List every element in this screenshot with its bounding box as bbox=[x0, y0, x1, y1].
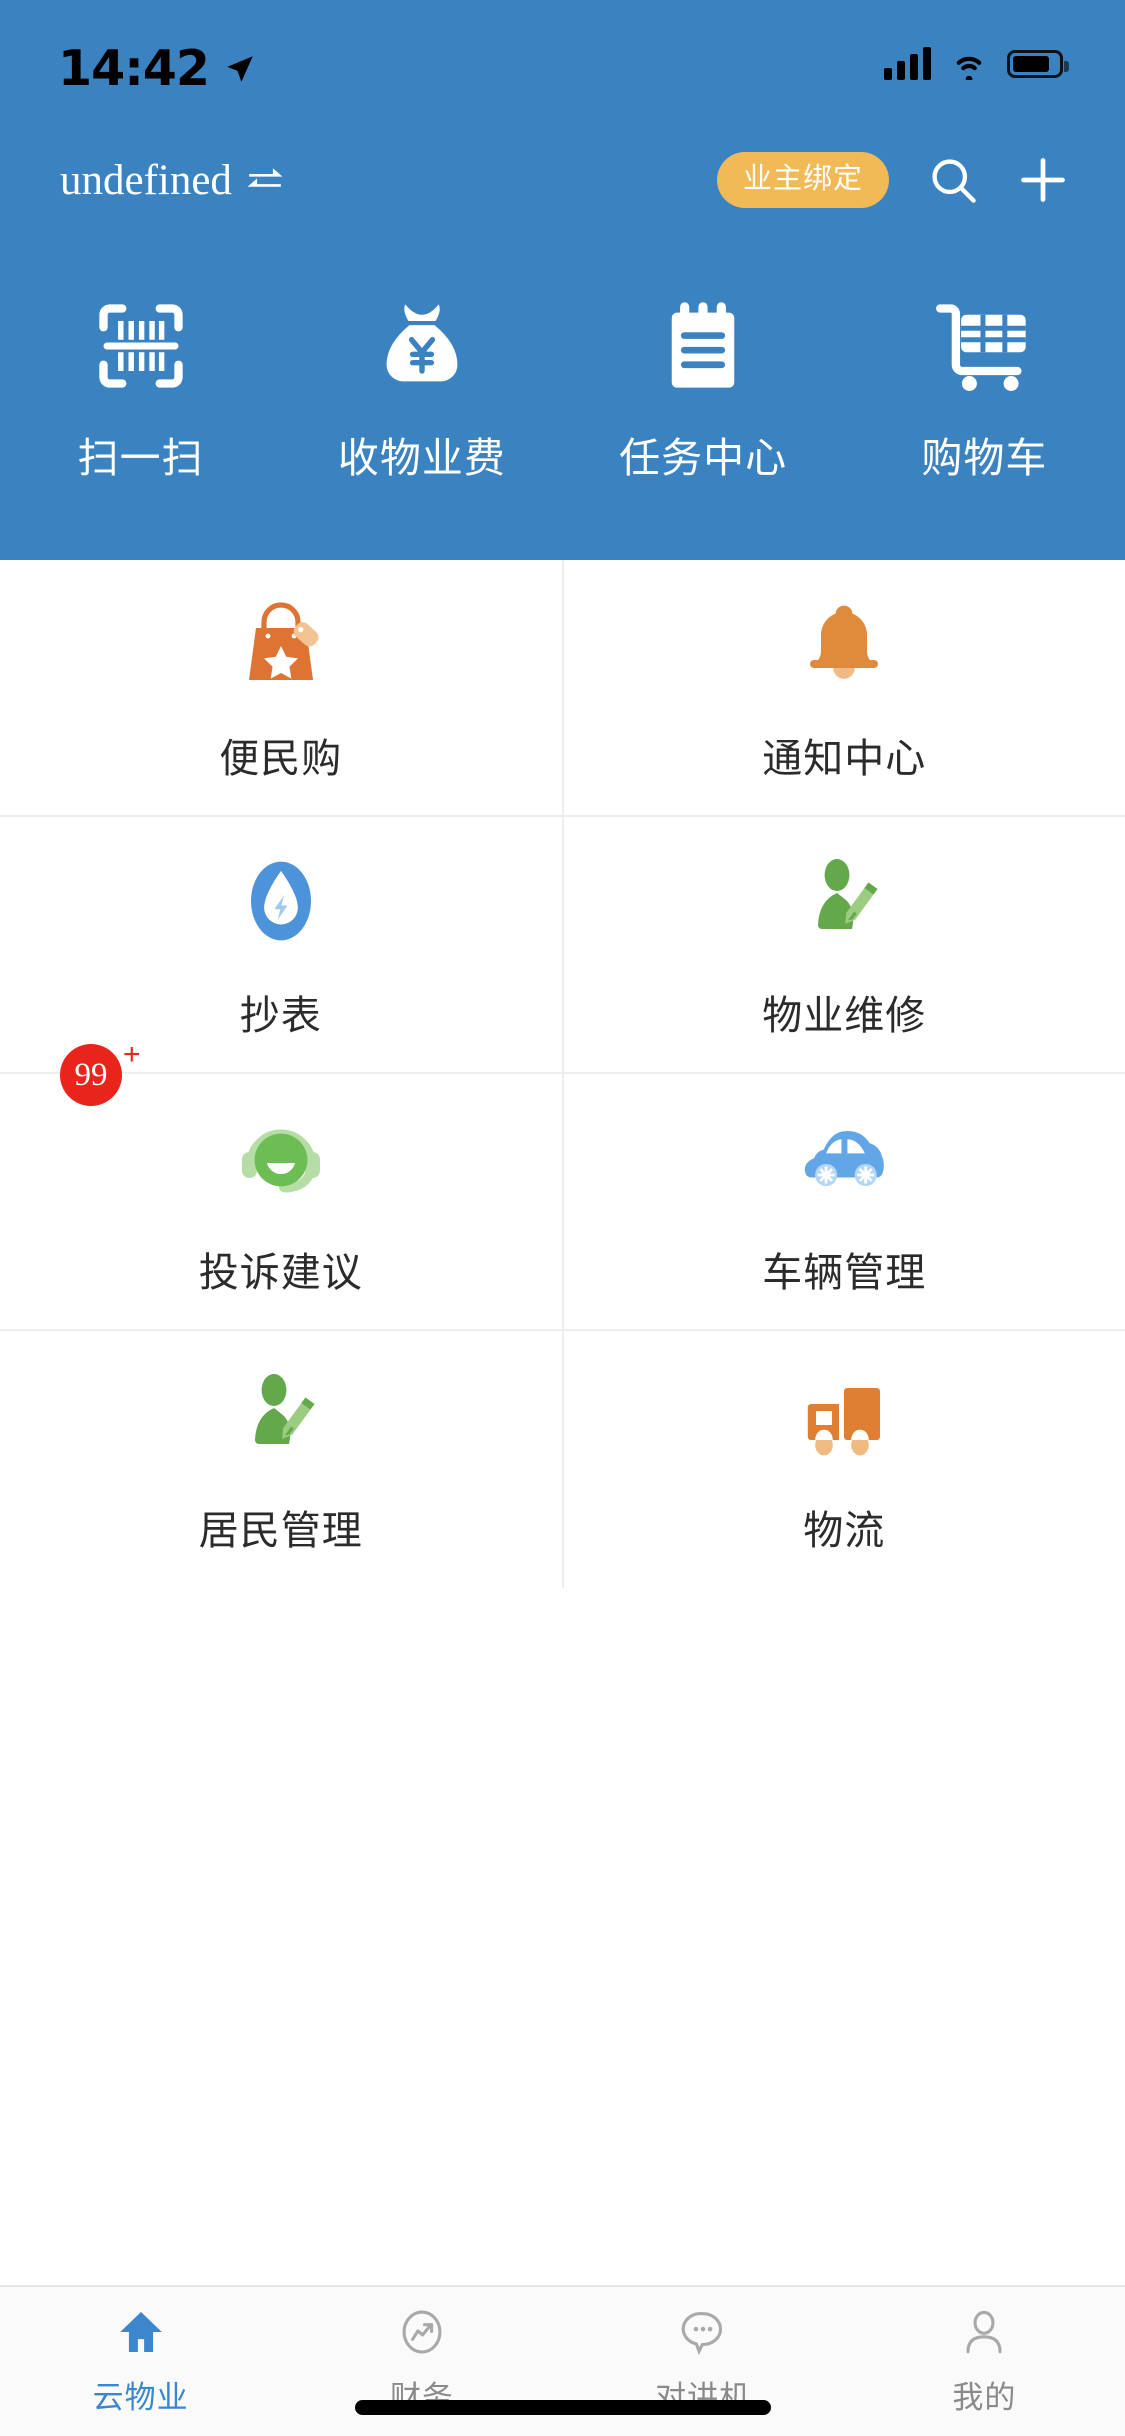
home-indicator bbox=[354, 2400, 771, 2415]
headset-support-icon bbox=[229, 1106, 333, 1210]
grid-row: 便民购 通知中心 bbox=[0, 560, 1125, 817]
chart-circle-icon bbox=[393, 2303, 451, 2361]
quick-action-label: 任务中心 bbox=[619, 435, 788, 481]
grid-row: 99 + 投诉建议 车辆管理 bbox=[0, 1040, 1125, 1331]
quick-actions-bar: 扫一扫 收物业费 任务中心 购物车 bbox=[0, 228, 1125, 560]
bell-icon bbox=[792, 592, 896, 696]
search-icon[interactable] bbox=[927, 154, 979, 206]
grid-item-label: 便民购 bbox=[219, 736, 343, 781]
status-bar-right bbox=[884, 44, 1069, 80]
feature-grid: 便民购 通知中心 抄表 物业维修 99 + 投诉建议 车辆管理 居民管理 物流 bbox=[0, 560, 1125, 1588]
quick-action-task-center[interactable]: 任务中心 bbox=[563, 294, 844, 484]
nav-bar: undefined 业主绑定 bbox=[0, 132, 1125, 228]
grid-row: 居民管理 物流 bbox=[0, 1331, 1125, 1588]
status-bar: 14:42 bbox=[0, 0, 1125, 132]
grid-item-resident-management[interactable]: 居民管理 bbox=[0, 1331, 564, 1588]
shopping-bag-star-icon bbox=[229, 592, 333, 696]
home-icon bbox=[112, 2303, 170, 2361]
battery-icon bbox=[1007, 50, 1069, 78]
shopping-cart-icon bbox=[932, 294, 1036, 398]
grid-item-label: 通知中心 bbox=[762, 736, 927, 781]
person-icon bbox=[955, 2303, 1013, 2361]
grid-item-notification-center[interactable]: 通知中心 bbox=[564, 560, 1125, 815]
tab-cloud-property[interactable]: 云物业 bbox=[0, 2303, 281, 2417]
delivery-truck-icon bbox=[792, 1364, 896, 1468]
person-pencil-icon bbox=[792, 849, 896, 953]
grid-item-label: 车辆管理 bbox=[762, 1250, 927, 1295]
grid-item-logistics[interactable]: 物流 bbox=[564, 1331, 1125, 1588]
bottom-tab-bar: 云物业 财务 对讲机 我的 bbox=[0, 2285, 1125, 2436]
status-time: 14:42 bbox=[58, 40, 210, 97]
owner-binding-button[interactable]: 业主绑定 bbox=[716, 152, 889, 208]
nav-actions: 业主绑定 bbox=[716, 152, 1069, 208]
quick-action-label: 收物业费 bbox=[337, 435, 506, 481]
chat-bubble-icon bbox=[674, 2303, 732, 2361]
grid-item-convenience-shop[interactable]: 便民购 bbox=[0, 560, 564, 815]
clipboard-list-icon bbox=[651, 294, 755, 398]
plus-icon[interactable] bbox=[1017, 154, 1069, 206]
wifi-icon bbox=[956, 56, 982, 80]
car-icon bbox=[792, 1106, 896, 1210]
quick-action-scan[interactable]: 扫一扫 bbox=[0, 294, 281, 484]
status-bar-left: 14:42 bbox=[58, 44, 257, 93]
location-arrow-icon bbox=[227, 55, 253, 82]
grid-item-complaint-suggestion[interactable]: 99 + 投诉建议 bbox=[0, 1040, 564, 1329]
grid-item-property-repair[interactable]: 物业维修 bbox=[564, 817, 1125, 1072]
community-switcher[interactable]: undefined bbox=[60, 156, 286, 205]
grid-item-label: 抄表 bbox=[239, 993, 322, 1038]
unread-count-badge: 99 + bbox=[60, 1040, 141, 1106]
grid-row: 抄表 物业维修 bbox=[0, 817, 1125, 1074]
quick-action-label: 扫一扫 bbox=[77, 435, 204, 481]
person-pencil-icon bbox=[229, 1364, 333, 1468]
money-bag-icon bbox=[370, 294, 474, 398]
grid-item-meter-reading[interactable]: 抄表 bbox=[0, 817, 564, 1072]
grid-item-label: 物流 bbox=[803, 1508, 886, 1553]
badge-count: 99 bbox=[60, 1044, 122, 1106]
badge-plus: + bbox=[123, 1038, 141, 1071]
quick-action-shopping-cart[interactable]: 购物车 bbox=[844, 294, 1125, 484]
cellular-signal-icon bbox=[884, 47, 931, 80]
tab-label: 我的 bbox=[952, 2380, 1017, 2415]
grid-item-label: 物业维修 bbox=[762, 993, 927, 1038]
quick-action-label: 购物车 bbox=[921, 435, 1048, 481]
tab-label: 云物业 bbox=[92, 2380, 189, 2415]
tab-profile[interactable]: 我的 bbox=[844, 2303, 1125, 2417]
barcode-scan-icon bbox=[89, 294, 193, 398]
grid-item-label: 居民管理 bbox=[198, 1508, 363, 1553]
swap-arrows-icon bbox=[247, 168, 283, 187]
water-meter-icon bbox=[229, 849, 333, 953]
page-title: undefined bbox=[60, 156, 232, 204]
grid-item-label: 投诉建议 bbox=[198, 1250, 363, 1295]
grid-item-vehicle-management[interactable]: 车辆管理 bbox=[564, 1074, 1125, 1329]
quick-action-collect-fee[interactable]: 收物业费 bbox=[281, 294, 562, 484]
